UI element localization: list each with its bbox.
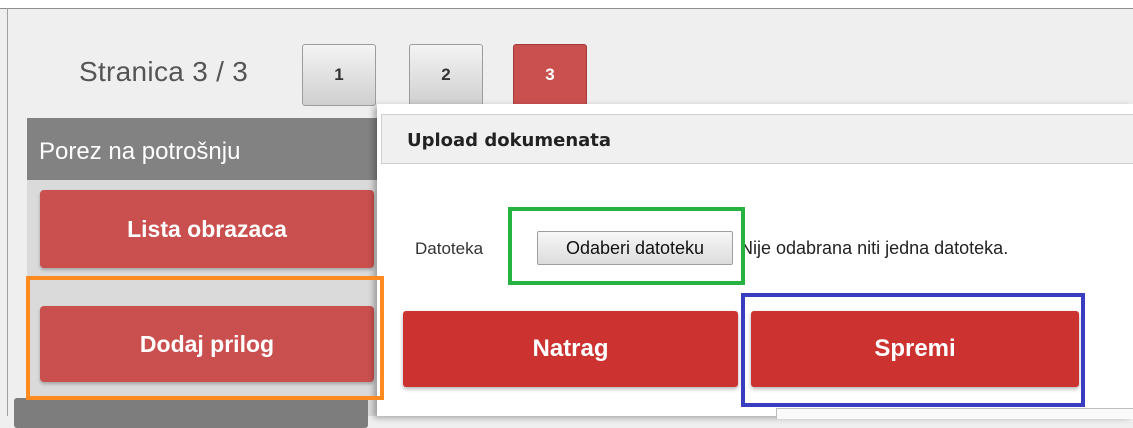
save-button[interactable]: Spremi xyxy=(751,311,1079,387)
top-border xyxy=(0,0,1133,9)
page-button-1[interactable]: 1 xyxy=(302,44,376,106)
bottom-input-edge xyxy=(776,408,1133,419)
add-attachment-button[interactable]: Dodaj prilog xyxy=(40,306,374,382)
page-indicator: Stranica 3 / 3 xyxy=(79,56,249,87)
list-forms-button[interactable]: Lista obrazaca xyxy=(40,190,374,268)
choose-file-button[interactable]: Odaberi datoteku xyxy=(537,231,733,265)
file-field-label: Datoteka xyxy=(415,239,484,258)
page-button-3[interactable]: 3 xyxy=(513,44,587,106)
dialog-title: Upload dokumenata xyxy=(407,130,612,151)
next-panel-label-cut xyxy=(56,402,116,422)
file-status-text: Nije odabrana niti jedna datoteka. xyxy=(740,238,1009,258)
page-button-2[interactable]: 2 xyxy=(409,44,483,106)
left-border xyxy=(7,8,8,416)
panel-header: Porez na potrošnju xyxy=(27,118,379,180)
back-button[interactable]: Natrag xyxy=(403,311,738,387)
